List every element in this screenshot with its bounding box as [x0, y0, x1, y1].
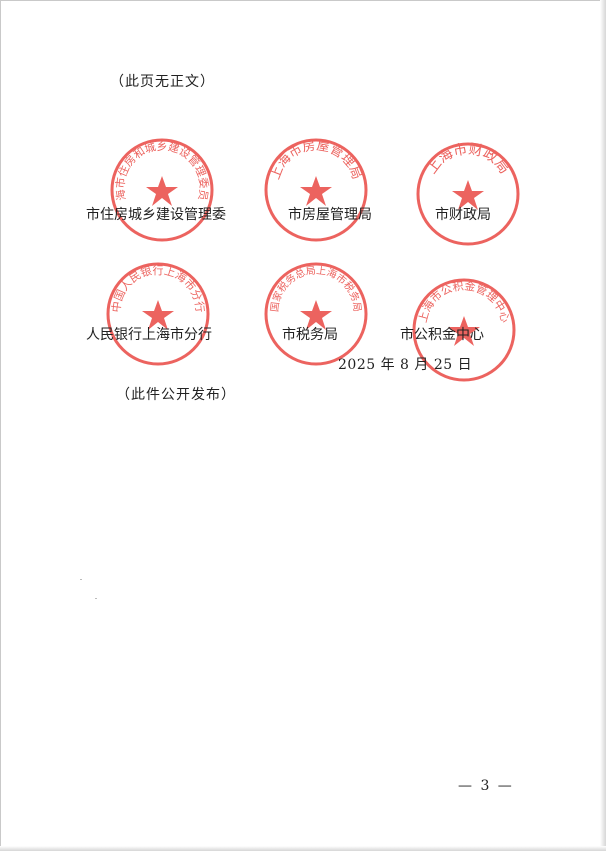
document-page: （此页无正文） 上海市住房和城乡建设管理委员会 上海市房屋管理局 上海市财政局 …: [0, 0, 606, 851]
agency-provident-fund: 市公积金中心: [400, 327, 484, 343]
seal-finance: 上海市财政局: [416, 140, 520, 246]
agency-finance: 市财政局: [435, 207, 491, 223]
page-number: — 3 —: [458, 778, 514, 794]
seal-tax: 国家税务总局上海市税务局: [264, 262, 368, 366]
seal-housing-admin: 上海市房屋管理局: [264, 137, 368, 242]
svg-text:上海市财政局: 上海市财政局: [424, 140, 512, 176]
scan-speck: [80, 579, 82, 580]
signing-date: 2025 年 8 月 25 日: [338, 357, 473, 373]
seal-pboc: 中国人民银行上海市分行: [106, 262, 210, 366]
no-body-note: （此页无正文）: [110, 74, 215, 90]
page-edge-shadow-bottom: [0, 846, 606, 851]
agency-housing-urban-rural: 市住房城乡建设管理委: [86, 207, 226, 223]
agency-pboc: 人民银行上海市分行: [86, 327, 212, 343]
scan-speck: [95, 598, 97, 599]
svg-text:上海市房屋管理局: 上海市房屋管理局: [268, 137, 364, 181]
agency-housing-admin: 市房屋管理局: [288, 207, 372, 223]
public-release-note: （此件公开发布）: [116, 387, 236, 403]
agency-tax: 市税务局: [282, 327, 338, 343]
page-edge-shadow-right: [600, 0, 606, 851]
seal-housing-urban-rural: 上海市住房和城乡建设管理委员会: [108, 136, 214, 242]
